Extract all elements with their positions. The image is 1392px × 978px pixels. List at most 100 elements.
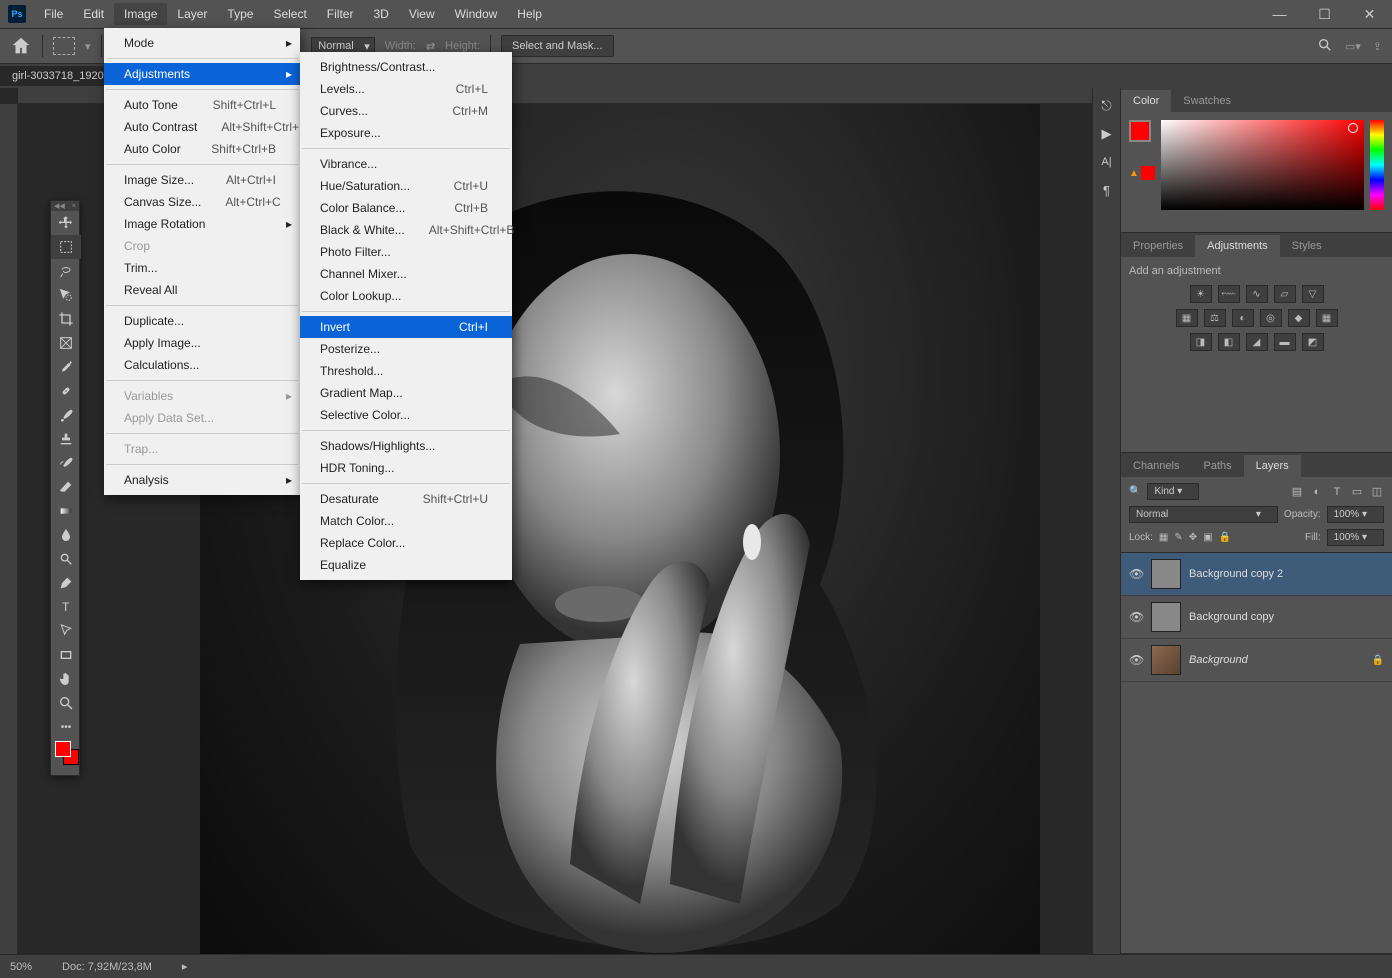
menu-window[interactable]: Window	[445, 3, 508, 25]
close-button[interactable]: ✕	[1347, 0, 1392, 28]
menu-item-hdr-toning[interactable]: HDR Toning...	[300, 457, 512, 479]
maximize-button[interactable]: ☐	[1302, 0, 1347, 28]
menu-item-desaturate[interactable]: DesaturateShift+Ctrl+U	[300, 488, 512, 510]
menu-item-selective-color[interactable]: Selective Color...	[300, 404, 512, 426]
menu-item-equalize[interactable]: Equalize	[300, 554, 512, 576]
menu-item-levels[interactable]: Levels...Ctrl+L	[300, 78, 512, 100]
visibility-icon[interactable]: 👁	[1129, 653, 1143, 667]
home-icon[interactable]	[10, 35, 32, 57]
menu-item-black-white[interactable]: Black & White...Alt+Shift+Ctrl+B	[300, 219, 512, 241]
move-tool[interactable]	[51, 211, 81, 235]
menu-item-auto-color[interactable]: Auto ColorShift+Ctrl+B	[104, 138, 300, 160]
menu-item-canvas-size[interactable]: Canvas Size...Alt+Ctrl+C	[104, 191, 300, 213]
layer-name[interactable]: Background copy 2	[1189, 568, 1384, 580]
crop-tool[interactable]	[51, 307, 81, 331]
lock-pixels-icon[interactable]: ✎	[1174, 532, 1182, 543]
hue-slider[interactable]	[1370, 120, 1384, 210]
menu-item-auto-contrast[interactable]: Auto ContrastAlt+Shift+Ctrl+L	[104, 116, 300, 138]
layer-name[interactable]: Background copy	[1189, 611, 1384, 623]
tab-layers[interactable]: Layers	[1244, 455, 1301, 477]
menu-file[interactable]: File	[34, 3, 73, 25]
eyedropper-tool[interactable]	[51, 355, 81, 379]
tab-color[interactable]: Color	[1121, 90, 1171, 112]
menu-item-auto-tone[interactable]: Auto ToneShift+Ctrl+L	[104, 94, 300, 116]
menu-item-hue-saturation[interactable]: Hue/Saturation...Ctrl+U	[300, 175, 512, 197]
layer-row[interactable]: 👁 Background copy 2	[1121, 553, 1392, 596]
hand-tool[interactable]	[51, 667, 81, 691]
rectangle-tool[interactable]	[51, 643, 81, 667]
workspace-icon[interactable]: ▭▾	[1345, 40, 1361, 53]
lock-transparency-icon[interactable]: ▦	[1159, 532, 1168, 543]
swap-icon[interactable]: ⇄	[426, 40, 435, 53]
menu-type[interactable]: Type	[217, 3, 263, 25]
adj-vibrance-icon[interactable]: ▽	[1302, 285, 1324, 303]
minimize-button[interactable]: —	[1257, 0, 1302, 28]
menu-item-analysis[interactable]: Analysis▸	[104, 469, 300, 491]
eraser-tool[interactable]	[51, 475, 81, 499]
filter-pixel-icon[interactable]: ▤	[1290, 485, 1304, 499]
history-panel-icon[interactable]: ⎋	[1097, 96, 1117, 116]
gradient-tool[interactable]	[51, 499, 81, 523]
blend-mode-select[interactable]: Normal ▾	[1129, 506, 1278, 523]
visibility-icon[interactable]: 👁	[1129, 610, 1143, 624]
menu-item-photo-filter[interactable]: Photo Filter...	[300, 241, 512, 263]
adj-gradientmap-icon[interactable]: ▬	[1274, 333, 1296, 351]
opacity-input[interactable]: 100% ▾	[1327, 506, 1384, 523]
menu-image[interactable]: Image	[114, 3, 167, 25]
menu-item-threshold[interactable]: Threshold...	[300, 360, 512, 382]
foreground-swatch[interactable]	[55, 741, 71, 757]
adj-invert-icon[interactable]: ◨	[1190, 333, 1212, 351]
layer-thumbnail[interactable]	[1151, 602, 1181, 632]
zoom-level[interactable]: 50%	[10, 961, 32, 973]
actions-panel-icon[interactable]: ▶	[1097, 124, 1117, 144]
layer-name[interactable]: Background	[1189, 654, 1364, 666]
adj-threshold-icon[interactable]: ◢	[1246, 333, 1268, 351]
menu-item-trim[interactable]: Trim...	[104, 257, 300, 279]
menu-item-channel-mixer[interactable]: Channel Mixer...	[300, 263, 512, 285]
foreground-color-swatch[interactable]	[1129, 120, 1151, 142]
adj-selectivecolor-icon[interactable]: ◩	[1302, 333, 1324, 351]
paragraph-panel-icon[interactable]: ¶	[1097, 180, 1117, 200]
menu-item-color-lookup[interactable]: Color Lookup...	[300, 285, 512, 307]
menu-item-gradient-map[interactable]: Gradient Map...	[300, 382, 512, 404]
color-field[interactable]	[1161, 120, 1364, 210]
menu-layer[interactable]: Layer	[167, 3, 217, 25]
adj-hue-icon[interactable]: ▦	[1176, 309, 1198, 327]
visibility-icon[interactable]: 👁	[1129, 567, 1143, 581]
layer-thumbnail[interactable]	[1151, 559, 1181, 589]
stamp-tool[interactable]	[51, 427, 81, 451]
menu-edit[interactable]: Edit	[73, 3, 114, 25]
menu-item-exposure[interactable]: Exposure...	[300, 122, 512, 144]
layer-row[interactable]: 👁 Background copy	[1121, 596, 1392, 639]
toolbox-color-swatches[interactable]	[51, 739, 79, 775]
fill-input[interactable]: 100% ▾	[1327, 529, 1384, 546]
menu-select[interactable]: Select	[263, 3, 316, 25]
layer-kind-select[interactable]: Kind ▾	[1147, 483, 1199, 500]
pen-tool[interactable]	[51, 571, 81, 595]
tab-channels[interactable]: Channels	[1121, 455, 1191, 477]
lasso-tool[interactable]	[51, 259, 81, 283]
menu-item-posterize[interactable]: Posterize...	[300, 338, 512, 360]
path-select-tool[interactable]	[51, 619, 81, 643]
tab-swatches[interactable]: Swatches	[1171, 90, 1243, 112]
tab-properties[interactable]: Properties	[1121, 235, 1195, 257]
menu-item-replace-color[interactable]: Replace Color...	[300, 532, 512, 554]
select-and-mask-button[interactable]: Select and Mask...	[501, 35, 614, 57]
brush-tool[interactable]	[51, 403, 81, 427]
menu-item-image-rotation[interactable]: Image Rotation▸	[104, 213, 300, 235]
share-icon[interactable]: ⇪	[1373, 40, 1382, 53]
gamut-warning[interactable]: ▲	[1129, 166, 1155, 180]
tab-paths[interactable]: Paths	[1191, 455, 1243, 477]
edit-toolbar-icon[interactable]: •••	[51, 715, 81, 739]
status-arrow-icon[interactable]: ▸	[182, 960, 188, 973]
tab-adjustments[interactable]: Adjustments	[1195, 235, 1280, 257]
menu-item-curves[interactable]: Curves...Ctrl+M	[300, 100, 512, 122]
menu-item-brightness-contrast[interactable]: Brightness/Contrast...	[300, 56, 512, 78]
marquee-tool[interactable]	[51, 235, 81, 259]
menu-item-match-color[interactable]: Match Color...	[300, 510, 512, 532]
adj-posterize-icon[interactable]: ◧	[1218, 333, 1240, 351]
type-tool[interactable]: T	[51, 595, 81, 619]
adj-photofilter-icon[interactable]: ◎	[1260, 309, 1282, 327]
menu-item-image-size[interactable]: Image Size...Alt+Ctrl+I	[104, 169, 300, 191]
menu-filter[interactable]: Filter	[317, 3, 364, 25]
